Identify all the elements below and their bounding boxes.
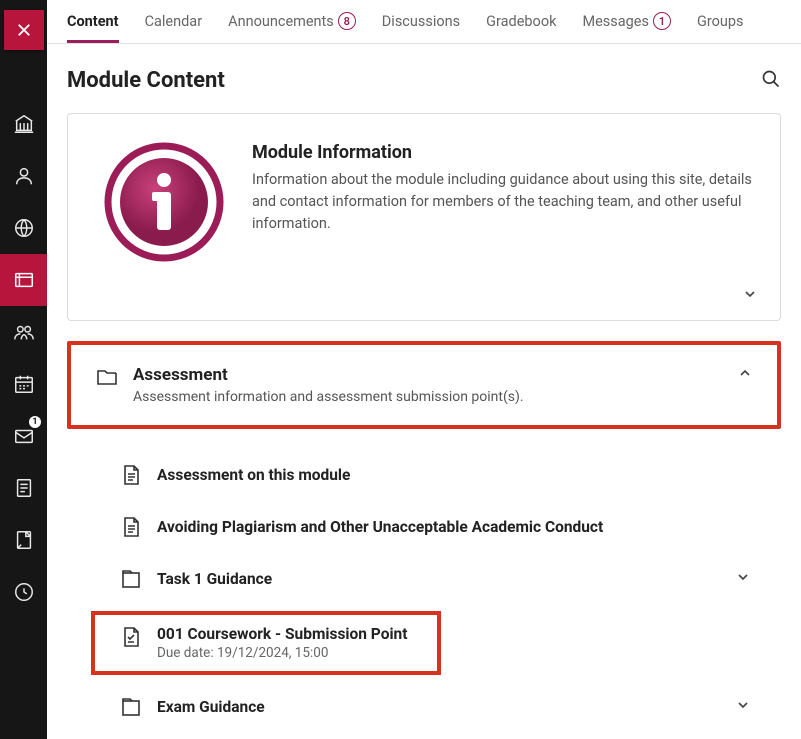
group-icon (13, 321, 35, 343)
page-title: Module Content (67, 68, 225, 93)
institution-icon (13, 113, 35, 135)
assessment-item[interactable]: Avoiding Plagiarism and Other Unacceptab… (67, 501, 781, 553)
globe-icon (13, 217, 35, 239)
chevron-up-icon (737, 365, 753, 381)
close-icon (15, 21, 33, 39)
tab-calendar[interactable]: Calendar (145, 12, 203, 43)
tools-icon (13, 529, 35, 551)
expand-toggle[interactable] (742, 286, 758, 306)
tab-label: Calendar (145, 13, 203, 30)
rail-courses[interactable] (0, 254, 47, 306)
tab-label: Discussions (382, 13, 460, 30)
module-info-card[interactable]: Module Information Information about the… (67, 113, 781, 321)
chevron-down-icon (735, 697, 751, 713)
search-button[interactable] (761, 69, 781, 92)
tab-label: Messages (582, 13, 649, 30)
search-icon (761, 69, 781, 89)
collapse-toggle[interactable] (737, 365, 753, 385)
info-icon (104, 142, 224, 262)
rail-calendar[interactable] (0, 358, 47, 410)
item-title: Assessment on this module (157, 466, 757, 484)
expand-toggle[interactable] (735, 569, 757, 589)
item-title: 001 Coursework - Submission Point (157, 625, 425, 643)
rail-messages[interactable]: 1 (0, 410, 47, 462)
assessment-header[interactable]: Assessment Assessment information and as… (71, 345, 777, 425)
rail-groups[interactable] (0, 306, 47, 358)
folder-icon (95, 365, 119, 389)
folder-outline-icon (119, 695, 143, 719)
content-area: Module Content (47, 44, 801, 739)
envelope-icon (13, 425, 35, 447)
tab-gradebook[interactable]: Gradebook (486, 12, 556, 43)
assessment-title: Assessment (133, 365, 228, 385)
rail-tools[interactable] (0, 514, 47, 566)
grades-icon (13, 477, 35, 499)
courses-icon (13, 269, 35, 291)
tab-content[interactable]: Content (67, 12, 119, 43)
assessment-description: Assessment information and assessment su… (133, 389, 723, 405)
calendar-icon (13, 373, 35, 395)
tab-label: Announcements (228, 13, 334, 30)
document-icon (119, 463, 143, 487)
tab-groups[interactable]: Groups (697, 12, 744, 43)
item-title: Exam Guidance (157, 698, 721, 716)
chevron-down-icon (735, 569, 751, 585)
main-area: Content Calendar Announcements8 Discussi… (47, 0, 801, 739)
left-rail: 1 (0, 0, 47, 739)
signout-icon (13, 581, 35, 603)
close-button[interactable] (4, 10, 44, 50)
assessment-items: Assessment on this module Avoiding Plagi… (67, 435, 781, 733)
rail-messages-badge: 1 (29, 416, 41, 428)
tab-label: Gradebook (486, 13, 556, 30)
rail-globe[interactable] (0, 202, 47, 254)
tab-badge: 1 (653, 12, 671, 30)
module-info-title: Module Information (252, 142, 756, 163)
tab-label: Content (67, 13, 119, 30)
item-title: Avoiding Plagiarism and Other Unacceptab… (157, 518, 757, 536)
submission-point-highlight[interactable]: 001 Coursework - Submission Point Due da… (91, 611, 441, 675)
rail-profile[interactable] (0, 150, 47, 202)
expand-toggle[interactable] (735, 697, 757, 717)
item-meta: Due date: 19/12/2024, 15:00 (157, 645, 425, 661)
document-icon (119, 515, 143, 539)
tab-discussions[interactable]: Discussions (382, 12, 460, 43)
rail-signout[interactable] (0, 566, 47, 618)
assignment-icon (119, 625, 143, 649)
chevron-down-icon (742, 286, 758, 302)
rail-institution[interactable] (0, 98, 47, 150)
tab-messages[interactable]: Messages1 (582, 12, 671, 43)
rail-grades[interactable] (0, 462, 47, 514)
tab-announcements[interactable]: Announcements8 (228, 12, 356, 43)
item-title: Task 1 Guidance (157, 570, 721, 588)
assessment-item[interactable]: Assessment on this module (67, 449, 781, 501)
course-tabs: Content Calendar Announcements8 Discussi… (47, 0, 801, 44)
assessment-item[interactable]: Task 1 Guidance (67, 553, 781, 605)
module-info-description: Information about the module including g… (252, 169, 756, 234)
assessment-item[interactable]: Exam Guidance (67, 681, 781, 733)
tab-badge: 8 (338, 12, 356, 30)
assessment-highlight: Assessment Assessment information and as… (67, 341, 781, 429)
tab-label: Groups (697, 13, 744, 30)
person-icon (13, 165, 35, 187)
folder-outline-icon (119, 567, 143, 591)
